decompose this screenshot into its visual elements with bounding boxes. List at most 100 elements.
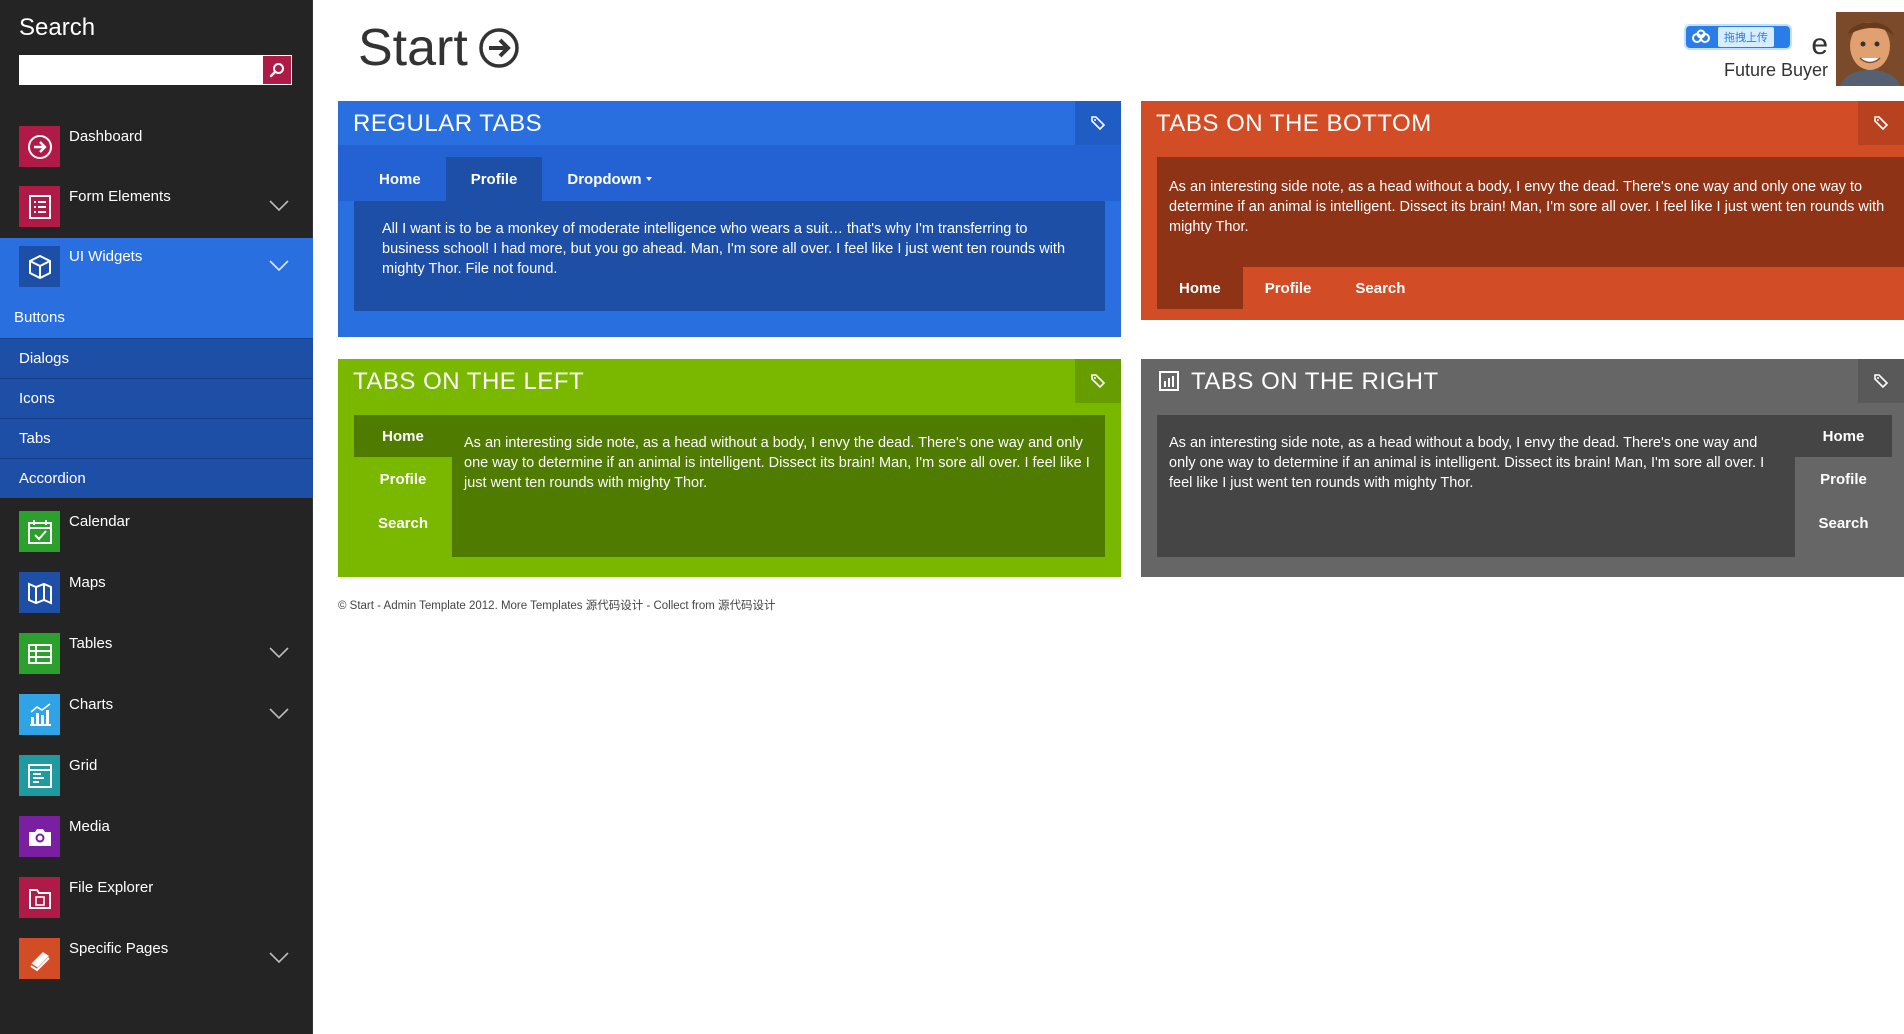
tag-icon xyxy=(1874,374,1889,389)
panel-title: REGULAR TABS xyxy=(353,110,543,137)
tab-dropdown[interactable]: Dropdown xyxy=(542,157,676,201)
panel-title: TABS ON THE BOTTOM xyxy=(1156,110,1432,137)
tag-icon xyxy=(1091,374,1106,389)
tab-profile[interactable]: Profile xyxy=(1243,267,1334,309)
search-button[interactable] xyxy=(263,56,291,84)
tab-content: As an interesting side note, as a head w… xyxy=(452,415,1105,557)
sidebar-item-label: Calendar xyxy=(69,513,130,530)
sidebar-item-dashboard[interactable]: Dashboard xyxy=(0,118,313,178)
tab-home[interactable]: Home xyxy=(354,157,446,201)
page-title-text: Start xyxy=(358,19,468,77)
panel-header: REGULAR TABS xyxy=(338,101,1121,146)
sidebar-item-maps[interactable]: Maps xyxy=(0,564,313,624)
tab-search[interactable]: Search xyxy=(1333,267,1427,309)
bar-chart-icon xyxy=(1159,371,1179,391)
tab-search[interactable]: Search xyxy=(1795,501,1892,545)
avatar[interactable] xyxy=(1836,12,1904,86)
sidebar-subitem-tabs[interactable]: Tabs xyxy=(0,418,313,458)
sidebar-item-media[interactable]: Media xyxy=(0,808,313,868)
tab-bar: Home Profile Search xyxy=(354,415,452,545)
sidebar-item-label: Dashboard xyxy=(69,128,143,145)
cloud-upload-icon xyxy=(1692,29,1710,43)
tab-bar: Home Profile Search xyxy=(1795,415,1892,545)
cube-icon xyxy=(19,246,60,287)
panel-title: TABS ON THE LEFT xyxy=(353,368,585,395)
chevron-down-icon[interactable] xyxy=(269,647,289,659)
search-box xyxy=(19,55,292,85)
book-icon xyxy=(19,938,60,979)
chevron-down-icon[interactable] xyxy=(269,260,289,272)
table-icon xyxy=(19,633,60,674)
sidebar-item-label: UI Widgets xyxy=(69,248,143,265)
tab-home[interactable]: Home xyxy=(1157,267,1243,309)
panel-tool-button[interactable] xyxy=(1075,359,1121,403)
sidebar-item-label: Form Elements xyxy=(69,188,171,205)
sidebar-item-label: File Explorer xyxy=(69,879,154,896)
map-icon xyxy=(19,572,60,613)
folder-icon xyxy=(19,877,60,918)
panel-tabs-left: TABS ON THE LEFT Home Profile Search As … xyxy=(338,359,1121,577)
upload-badge[interactable]: 拖拽上传 xyxy=(1686,26,1790,48)
sidebar-subitem-dialogs[interactable]: Dialogs xyxy=(0,338,313,378)
bar-chart-icon xyxy=(19,694,60,735)
tab-search[interactable]: Search xyxy=(354,501,452,545)
sidebar-item-tables[interactable]: Tables xyxy=(0,625,313,685)
page-title: Start xyxy=(358,18,520,78)
sidebar-item-form-elements[interactable]: Form Elements xyxy=(0,178,313,238)
panel-title: TABS ON THE RIGHT xyxy=(1191,368,1439,395)
sidebar-subitem-buttons[interactable]: Buttons xyxy=(0,298,313,338)
tab-bar: Home Profile Dropdown xyxy=(354,157,677,201)
panel-tool-button[interactable] xyxy=(1075,101,1121,145)
sidebar-item-calendar[interactable]: Calendar xyxy=(0,503,313,563)
panel-tabs-bottom: TABS ON THE BOTTOM As an interesting sid… xyxy=(1141,101,1904,320)
user-name: Future Buyer xyxy=(1723,60,1828,80)
sidebar: Search Dashboard Form Elements UI Widget… xyxy=(0,0,313,1034)
sidebar-item-grid[interactable]: Grid xyxy=(0,747,313,807)
calendar-icon xyxy=(19,511,60,552)
sidebar-item-label: Specific Pages xyxy=(69,940,169,957)
sidebar-item-charts[interactable]: Charts xyxy=(0,686,313,746)
sidebar-item-label: Grid xyxy=(69,757,98,774)
tab-home[interactable]: Home xyxy=(354,415,452,457)
tab-bar: Home Profile Search xyxy=(1157,267,1427,309)
sidebar-item-label: Tables xyxy=(69,635,113,652)
sidebar-item-label: Media xyxy=(69,818,110,835)
caret-down-icon xyxy=(645,177,652,181)
chevron-down-icon[interactable] xyxy=(269,708,289,720)
grid-icon xyxy=(19,755,60,796)
sidebar-item-ui-widgets[interactable]: UI Widgets xyxy=(0,238,313,298)
panel-tool-button[interactable] xyxy=(1858,101,1904,145)
sidebar-subitem-icons[interactable]: Icons xyxy=(0,378,313,418)
sidebar-search-title: Search xyxy=(19,14,96,41)
tab-profile[interactable]: Profile xyxy=(354,457,452,501)
footer: © Start - Admin Template 2012. More Temp… xyxy=(338,600,776,612)
panel-header: TABS ON THE RIGHT xyxy=(1141,359,1904,403)
panel-regular-tabs: REGULAR TABS Home Profile Dropdown All I… xyxy=(338,101,1121,337)
tab-dropdown-label: Dropdown xyxy=(567,170,642,188)
upload-badge-text: 拖拽上传 xyxy=(1718,27,1774,47)
list-icon xyxy=(19,186,60,227)
panel-tabs-right: TABS ON THE RIGHT As an interesting side… xyxy=(1141,359,1904,577)
sidebar-subitem-accordion[interactable]: Accordion xyxy=(0,458,313,498)
tab-content: As an interesting side note, as a head w… xyxy=(1157,415,1795,557)
tab-profile[interactable]: Profile xyxy=(1795,457,1892,501)
tab-content: As an interesting side note, as a head w… xyxy=(1157,157,1904,267)
sidebar-item-label: Charts xyxy=(69,696,114,713)
sidebar-item-specific-pages[interactable]: Specific Pages xyxy=(0,930,313,990)
search-input[interactable] xyxy=(19,55,263,85)
camera-icon xyxy=(19,816,60,857)
user-area[interactable]: e 拖拽上传 Future Buyer xyxy=(1686,12,1904,88)
panel-header: TABS ON THE LEFT xyxy=(338,359,1121,403)
panel-tool-button[interactable] xyxy=(1858,359,1904,403)
arrow-circle-icon[interactable] xyxy=(478,27,520,69)
chevron-down-icon[interactable] xyxy=(269,952,289,964)
user-first-name: e xyxy=(1811,28,1828,61)
search-icon xyxy=(269,63,284,78)
tab-content: All I want is to be a monkey of moderate… xyxy=(354,201,1105,311)
tab-home[interactable]: Home xyxy=(1795,415,1892,457)
chevron-down-icon[interactable] xyxy=(269,200,289,212)
panel-header: TABS ON THE BOTTOM xyxy=(1141,101,1904,145)
arrow-circle-icon xyxy=(19,126,60,167)
sidebar-item-file-explorer[interactable]: File Explorer xyxy=(0,869,313,929)
tab-profile[interactable]: Profile xyxy=(445,157,543,201)
